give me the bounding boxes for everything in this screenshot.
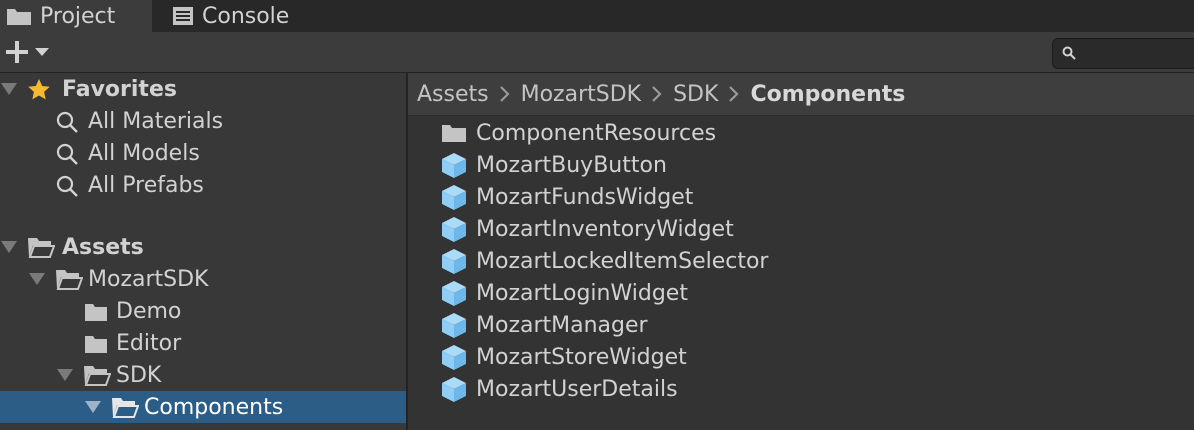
prefab-icon (442, 377, 466, 402)
list-item[interactable]: ComponentResources (408, 117, 1194, 149)
asset-name: MozartInventoryWidget (476, 216, 734, 242)
expand-arrow-icon[interactable] (0, 239, 18, 255)
tree-item-mozartsdk[interactable]: MozartSDK (0, 263, 406, 295)
project-toolbar (0, 32, 1194, 73)
tree-item-assets[interactable]: Assets (0, 231, 406, 263)
search-field[interactable] (1052, 38, 1194, 69)
prefab-icon (442, 345, 466, 370)
list-item[interactable]: MozartBuyButton (408, 149, 1194, 181)
folder-icon (7, 9, 31, 25)
open-folder-icon (56, 270, 83, 290)
breadcrumb-item-sdk[interactable]: SDK (673, 82, 718, 107)
tab-project[interactable]: Project (0, 0, 152, 32)
prefab-icon (442, 185, 466, 210)
tab-console-label: Console (202, 3, 290, 29)
chevron-down-icon (35, 48, 49, 56)
asset-name: MozartStoreWidget (476, 344, 687, 370)
prefab-icon (442, 249, 466, 274)
tree-item-label: All Models (88, 140, 200, 166)
window-tab-bar: Project Console (0, 0, 1194, 32)
breadcrumb-item-mozartsdk[interactable]: MozartSDK (521, 82, 641, 107)
expand-arrow-icon[interactable] (0, 81, 18, 97)
expand-arrow-icon[interactable] (84, 399, 102, 415)
asset-name: MozartUserDetails (476, 376, 678, 402)
tree-item-label: Editor (116, 330, 182, 356)
prefab-icon (442, 281, 466, 306)
list-item[interactable]: MozartLoginWidget (408, 277, 1194, 309)
assets-label: Assets (62, 234, 144, 260)
list-item[interactable]: MozartStoreWidget (408, 341, 1194, 373)
tab-console[interactable]: Console (166, 0, 326, 32)
list-item[interactable]: MozartInventoryWidget (408, 213, 1194, 245)
breadcrumb: Assets MozartSDK SDK Components (408, 73, 1194, 116)
expand-arrow-icon[interactable] (28, 271, 46, 287)
prefab-icon (442, 313, 466, 338)
tree-item-label: Demo (116, 298, 182, 324)
asset-name: MozartFundsWidget (476, 184, 694, 210)
expand-arrow-icon[interactable] (56, 367, 74, 383)
search-icon (56, 111, 78, 133)
tree-item-label: All Prefabs (88, 172, 204, 198)
folder-icon (442, 125, 466, 142)
asset-name: MozartLockedItemSelector (476, 248, 769, 274)
tab-project-label: Project (40, 3, 116, 29)
tree-item-sdk[interactable]: SDK (0, 359, 406, 391)
list-item[interactable]: MozartLockedItemSelector (408, 245, 1194, 277)
folder-icon (85, 304, 107, 321)
create-asset-button[interactable] (2, 36, 58, 68)
tree-item-all-materials[interactable]: All Materials (0, 105, 406, 137)
plus-icon (6, 41, 28, 63)
breadcrumb-item-assets[interactable]: Assets (417, 82, 489, 107)
folder-icon (85, 336, 107, 353)
asset-name: ComponentResources (476, 120, 717, 146)
list-item[interactable]: MozartUserDetails (408, 373, 1194, 405)
tree-item-label: Components (144, 394, 284, 420)
chevron-right-icon (651, 85, 663, 103)
tree-item-favorites[interactable]: Favorites (0, 73, 406, 105)
tree-item-label: MozartSDK (88, 266, 209, 292)
console-icon (173, 7, 193, 25)
prefab-icon (442, 217, 466, 242)
folder-tree-panel[interactable]: Favorites All Materials All Models All P… (0, 73, 406, 430)
tree-item-all-prefabs[interactable]: All Prefabs (0, 169, 406, 201)
tree-item-demo[interactable]: Demo (0, 295, 406, 327)
open-folder-icon (112, 398, 139, 418)
asset-list[interactable]: ComponentResources MozartBuyButton Mozar… (408, 116, 1194, 430)
search-icon (56, 143, 78, 165)
open-folder-icon (84, 366, 111, 386)
favorites-label: Favorites (62, 76, 177, 102)
tree-item-label: All Materials (88, 108, 224, 134)
tree-item-label: SDK (116, 362, 162, 388)
open-folder-icon (28, 238, 55, 258)
star-icon (28, 79, 50, 100)
search-icon (56, 175, 78, 197)
list-item[interactable]: MozartFundsWidget (408, 181, 1194, 213)
search-icon (1062, 46, 1076, 60)
asset-name: MozartManager (476, 312, 648, 338)
tree-item-components[interactable]: Components (0, 391, 406, 423)
breadcrumb-item-components[interactable]: Components (750, 82, 905, 107)
asset-name: MozartLoginWidget (476, 280, 688, 306)
prefab-icon (442, 153, 466, 178)
tree-item-editor[interactable]: Editor (0, 327, 406, 359)
chevron-right-icon (499, 85, 511, 103)
list-item[interactable]: MozartManager (408, 309, 1194, 341)
asset-name: MozartBuyButton (476, 152, 667, 178)
chevron-right-icon (728, 85, 740, 103)
search-input[interactable] (1081, 41, 1194, 67)
tree-item-all-models[interactable]: All Models (0, 137, 406, 169)
